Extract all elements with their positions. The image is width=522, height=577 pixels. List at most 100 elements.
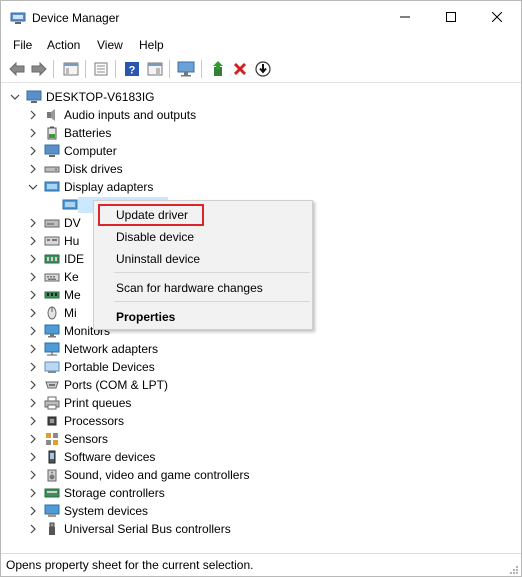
tree-category-item[interactable]: IDE: [28, 250, 84, 268]
chevron-right-icon[interactable]: [28, 398, 38, 408]
help-icon[interactable]: ?: [122, 59, 142, 79]
tree-category-item[interactable]: Me: [28, 286, 81, 304]
keyboard-icon: [44, 270, 60, 284]
tree-item-label: Sound, video and game controllers: [64, 468, 250, 482]
menu-view[interactable]: View: [97, 38, 123, 52]
memory-icon: [44, 288, 60, 302]
tree-category-item[interactable]: Print queues: [28, 394, 131, 412]
menu-update-driver[interactable]: Update driver: [116, 208, 188, 222]
tree-category-item[interactable]: Processors: [28, 412, 124, 430]
network-adapter-icon: [44, 342, 60, 356]
menu-action[interactable]: Action: [47, 38, 80, 52]
tree-category-item[interactable]: Portable Devices: [28, 358, 155, 376]
portable-device-icon: [44, 360, 60, 374]
tree-category-item[interactable]: Sound, video and game controllers: [28, 466, 249, 484]
tree-item-label: Me: [64, 288, 81, 302]
chevron-right-icon[interactable]: [28, 434, 38, 444]
tree-root[interactable]: DESKTOP-V6183IG: [10, 88, 155, 106]
tree-category-item[interactable]: DV: [28, 214, 81, 232]
chevron-right-icon[interactable]: [28, 236, 38, 246]
back-icon[interactable]: [7, 59, 27, 79]
tree-category-item[interactable]: Disk drives: [28, 160, 123, 178]
sound-icon: [44, 468, 60, 482]
tree-category-item[interactable]: Computer: [28, 142, 117, 160]
tree-category-item[interactable]: Storage controllers: [28, 484, 165, 502]
computer-icon: [26, 90, 42, 104]
tree-category-item[interactable]: System devices: [28, 502, 148, 520]
tree-item-label: DV: [64, 216, 81, 230]
chevron-right-icon[interactable]: [28, 326, 38, 336]
sensor-icon: [44, 432, 60, 446]
chevron-right-icon[interactable]: [28, 308, 38, 318]
display-adapter-icon: [62, 198, 78, 212]
tree-category-item[interactable]: Universal Serial Bus controllers: [28, 520, 231, 538]
chevron-right-icon[interactable]: [28, 416, 38, 426]
tree-category-item[interactable]: Display adapters: [28, 178, 153, 196]
forward-icon[interactable]: [29, 59, 49, 79]
tree-category-item[interactable]: Network adapters: [28, 340, 158, 358]
tree-item-label: IDE: [64, 252, 85, 266]
tree-category-item[interactable]: Software devices: [28, 448, 155, 466]
tree-item-label: System devices: [64, 504, 149, 518]
chevron-right-icon[interactable]: [28, 506, 38, 516]
dvd-drive-icon: [44, 216, 60, 230]
tree-category-item[interactable]: Ports (COM & LPT): [28, 376, 168, 394]
chevron-right-icon[interactable]: [28, 344, 38, 354]
tree-item-label: Audio inputs and outputs: [64, 108, 197, 122]
chevron-down-icon[interactable]: [28, 182, 38, 192]
tree-category-item[interactable]: Batteries: [28, 124, 111, 142]
port-icon: [44, 378, 60, 392]
menu-file[interactable]: File: [13, 38, 32, 52]
menu-uninstall-device[interactable]: Uninstall device: [116, 252, 200, 266]
tree-category-item[interactable]: Sensors: [28, 430, 108, 448]
scan-hardware-icon[interactable]: [253, 59, 273, 79]
maximize-button[interactable]: [428, 1, 474, 33]
tree-item-label: Ke: [64, 270, 79, 284]
chevron-right-icon[interactable]: [28, 524, 38, 534]
monitor-icon[interactable]: [176, 59, 196, 79]
svg-text:?: ?: [129, 65, 136, 77]
ide-controller-icon: [44, 252, 60, 266]
tree-item-label: Batteries: [64, 126, 112, 140]
disk-drive-icon: [44, 162, 60, 176]
close-button[interactable]: [474, 1, 520, 33]
tree-category-item[interactable]: Mi: [28, 304, 77, 322]
chevron-right-icon[interactable]: [28, 218, 38, 228]
processor-icon: [44, 414, 60, 428]
menu-help[interactable]: Help: [139, 38, 164, 52]
chevron-right-icon[interactable]: [28, 362, 38, 372]
tree-item-label: Storage controllers: [64, 486, 165, 500]
properties-icon[interactable]: [91, 59, 111, 79]
show-hide-console-tree-icon[interactable]: [61, 59, 81, 79]
tree-item-label: Computer: [64, 144, 117, 158]
chevron-right-icon[interactable]: [28, 128, 38, 138]
chevron-right-icon[interactable]: [28, 290, 38, 300]
chevron-right-icon[interactable]: [28, 110, 38, 120]
resize-grip-icon[interactable]: [509, 564, 519, 574]
chevron-right-icon[interactable]: [28, 452, 38, 462]
tree-category-item[interactable]: Ke: [28, 268, 79, 286]
display-adapter-icon: [44, 180, 60, 194]
tree-item-label: Processors: [64, 414, 125, 428]
status-bar: Opens property sheet for the current sel…: [1, 553, 521, 576]
chevron-right-icon[interactable]: [28, 254, 38, 264]
toolbar-separator: [115, 60, 116, 78]
uninstall-icon[interactable]: [230, 59, 250, 79]
menu-scan-hardware[interactable]: Scan for hardware changes: [116, 281, 263, 295]
tree-category-item[interactable]: Audio inputs and outputs: [28, 106, 196, 124]
tree-item-label: Print queues: [64, 396, 132, 410]
chevron-right-icon[interactable]: [28, 380, 38, 390]
printer-icon: [44, 396, 60, 410]
chevron-right-icon[interactable]: [28, 470, 38, 480]
chevron-right-icon[interactable]: [28, 146, 38, 156]
chevron-right-icon[interactable]: [28, 164, 38, 174]
chevron-down-icon[interactable]: [10, 92, 20, 102]
update-driver-icon[interactable]: [208, 59, 228, 79]
minimize-button[interactable]: [382, 1, 428, 33]
chevron-right-icon[interactable]: [28, 488, 38, 498]
menu-disable-device[interactable]: Disable device: [116, 230, 194, 244]
show-action-pane-icon[interactable]: [145, 59, 165, 79]
menu-properties[interactable]: Properties: [116, 310, 175, 324]
chevron-right-icon[interactable]: [28, 272, 38, 282]
tree-category-item[interactable]: Hu: [28, 232, 79, 250]
